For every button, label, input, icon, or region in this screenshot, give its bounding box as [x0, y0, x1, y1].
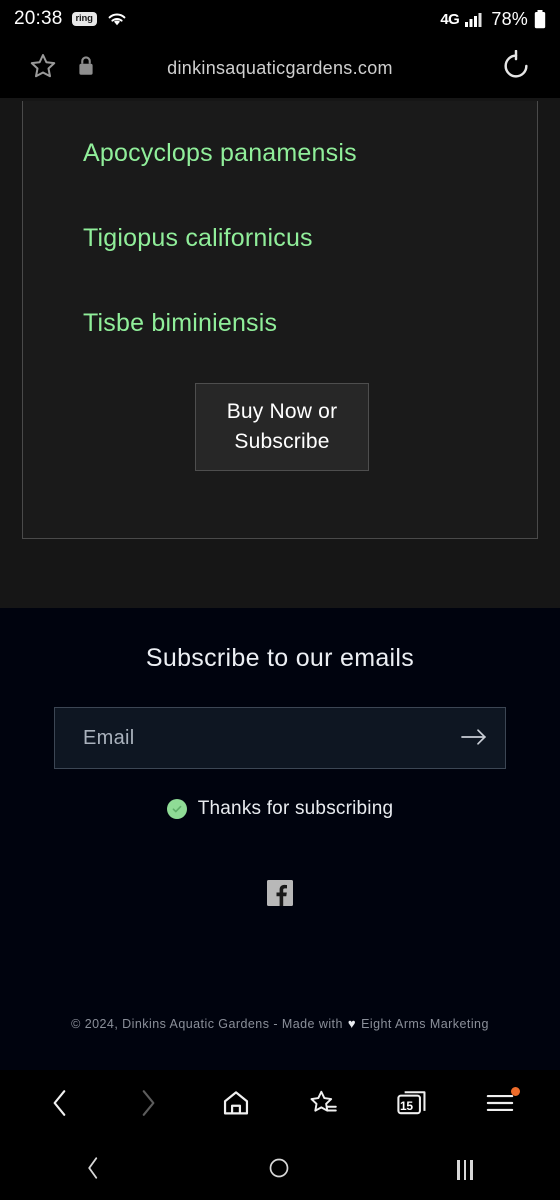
status-bar-left: 20:38 ring — [14, 8, 128, 30]
chevron-right-icon — [135, 1088, 161, 1123]
product-content-box: Apocyclops panamensis Tigiopus californi… — [22, 101, 538, 539]
email-input[interactable] — [55, 708, 443, 768]
copyright-suffix[interactable]: Eight Arms Marketing — [361, 1017, 489, 1031]
social-links — [0, 880, 560, 911]
browser-forward-button[interactable] — [120, 1077, 176, 1133]
email-subscribe-form — [54, 707, 506, 769]
status-bar-right: 4G 78% — [440, 9, 546, 30]
bookmark-star-icon[interactable] — [28, 51, 58, 86]
browser-bottom-toolbar: 15 — [0, 1070, 560, 1140]
copyright-text: © 2024, Dinkins Aquatic Gardens - Made w… — [0, 1016, 560, 1031]
battery-percent-label: 78% — [491, 8, 528, 29]
lock-icon — [76, 55, 96, 82]
subscribe-success-message: Thanks for subscribing — [0, 798, 560, 820]
list-item: Tisbe biminiensis — [83, 309, 278, 337]
arrow-right-icon — [461, 727, 487, 750]
check-circle-icon — [166, 799, 187, 819]
webpage-content: Apocyclops panamensis Tigiopus californi… — [0, 98, 560, 608]
home-icon — [221, 1088, 251, 1123]
species-list: Apocyclops panamensis Tigiopus californi… — [83, 139, 357, 394]
list-item: Tigiopus californicus — [83, 224, 313, 252]
facebook-icon[interactable] — [267, 880, 293, 911]
chevron-left-icon — [47, 1088, 73, 1123]
nav-back-chevron-icon — [83, 1155, 103, 1186]
browser-tabs-button[interactable]: 15 — [384, 1077, 440, 1133]
browser-back-button[interactable] — [32, 1077, 88, 1133]
phone-screen: 20:38 ring 4G 78% dinkinsaquaticgardens.… — [0, 0, 560, 1200]
heart-icon: ♥ — [347, 1016, 357, 1031]
reload-icon[interactable] — [500, 49, 532, 87]
menu-notification-badge — [511, 1087, 520, 1096]
android-recents-button[interactable] — [372, 1140, 558, 1200]
battery-icon — [534, 9, 546, 29]
copyright-prefix: © 2024, Dinkins Aquatic Gardens - Made w… — [71, 1016, 343, 1031]
success-text: Thanks for subscribing — [197, 798, 394, 819]
android-back-button[interactable] — [0, 1140, 186, 1200]
status-clock: 20:38 — [14, 8, 63, 29]
android-navigation-bar — [0, 1140, 560, 1200]
site-footer: Subscribe to our emails Thanks for subsc… — [0, 608, 560, 1070]
nav-home-circle-icon — [267, 1156, 291, 1185]
browser-address-bar: dinkinsaquaticgardens.com — [0, 38, 560, 98]
hamburger-menu-icon — [485, 1090, 515, 1121]
bookmarks-star-icon — [309, 1088, 339, 1123]
email-submit-button[interactable] — [443, 708, 505, 768]
tab-count-label: 15 — [400, 1099, 413, 1113]
system-status-bar: 20:38 ring 4G 78% — [0, 0, 560, 38]
browser-home-button[interactable] — [208, 1077, 264, 1133]
wifi-icon — [106, 10, 128, 28]
android-home-button[interactable] — [186, 1140, 372, 1200]
list-item: Apocyclops panamensis — [83, 139, 357, 167]
network-type-icon: 4G — [440, 10, 460, 28]
signal-bars-icon — [465, 11, 485, 27]
buy-now-or-subscribe-button[interactable]: Buy Now or Subscribe — [195, 383, 369, 471]
browser-bookmarks-button[interactable] — [296, 1077, 352, 1133]
browser-menu-button[interactable] — [472, 1077, 528, 1133]
ring-app-badge-icon: ring — [71, 12, 97, 26]
subscribe-heading: Subscribe to our emails — [145, 644, 415, 672]
nav-recents-icon — [457, 1160, 473, 1180]
